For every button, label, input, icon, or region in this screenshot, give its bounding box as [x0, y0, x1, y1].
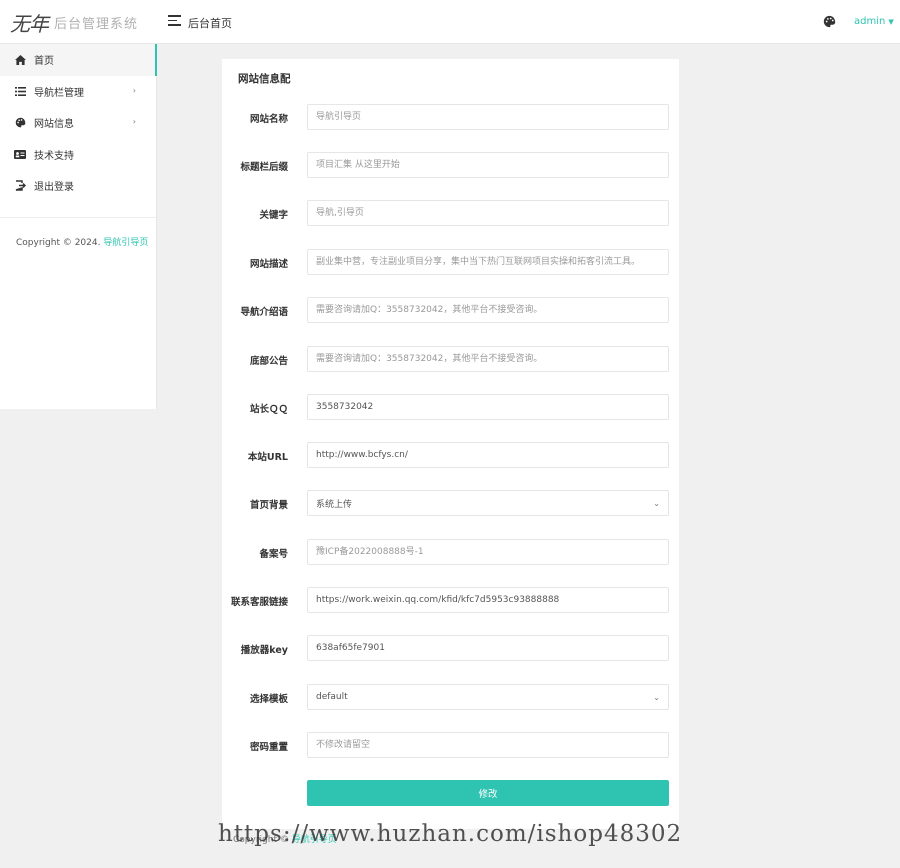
form-row-description: 网站描述	[222, 249, 679, 275]
user-name: admin	[854, 16, 886, 27]
chevron-right-icon: ›	[132, 117, 136, 126]
form-row-template: 选择模板 default ⌄	[222, 684, 679, 710]
id-card-icon	[14, 148, 26, 160]
sidebar-item-label: 首页	[34, 56, 54, 68]
submit-button[interactable]: 修改	[307, 780, 669, 806]
sidebar-item-home[interactable]: 首页	[0, 44, 157, 76]
chevron-down-icon: ⌄	[653, 693, 660, 702]
service-link-input[interactable]	[307, 587, 669, 613]
user-menu[interactable]: admin ▼	[854, 16, 894, 27]
card-title: 网站信息配	[238, 73, 291, 85]
field-label: 播放器key	[240, 645, 288, 656]
field-label: 密码重置	[249, 742, 288, 753]
logout-icon	[14, 180, 26, 192]
chevron-right-icon: ›	[132, 85, 136, 95]
sidebar-item-label: 退出登录	[34, 182, 74, 194]
site-url-input[interactable]	[307, 442, 669, 468]
sidebar-item-site-info[interactable]: 网站信息 ›	[0, 107, 156, 139]
field-label: 网站描述	[249, 259, 288, 270]
menu-icon[interactable]	[168, 15, 181, 26]
form-row-service-link: 联系客服链接	[222, 587, 679, 613]
sidebar-item-nav-manage[interactable]: 导航栏管理 ›	[0, 76, 156, 108]
title-suffix-input[interactable]	[307, 152, 669, 178]
field-label: 导航介绍语	[240, 307, 288, 318]
form-row-nav-intro: 导航介绍语	[222, 297, 679, 323]
field-label: 选择模板	[249, 694, 288, 705]
form-row-site-url: 本站URL	[222, 442, 679, 468]
site-name-input[interactable]	[307, 104, 669, 130]
icp-input[interactable]	[307, 539, 669, 565]
sidebar-item-support[interactable]: 技术支持	[0, 139, 156, 171]
form-row-keywords: 关键字	[222, 200, 679, 226]
copyright: Copyright © 2024. 导航引导页	[16, 235, 148, 248]
field-label: 备案号	[259, 549, 288, 560]
watermark: https://www.huzhan.com/ishop48302	[218, 821, 683, 847]
sidebar-item-label: 技术支持	[34, 150, 74, 162]
palette-icon[interactable]	[823, 15, 836, 28]
form-row-player-key: 播放器key	[222, 635, 679, 661]
footer-notice-input[interactable]	[307, 346, 669, 372]
form-row-admin-qq: 站长ＱＱ	[222, 394, 679, 420]
field-label: 网站名称	[249, 114, 288, 125]
form-row-footer-notice: 底部公告	[222, 346, 679, 372]
home-bg-select[interactable]: 系统上传 ⌄	[307, 490, 669, 516]
field-label: 站长ＱＱ	[249, 404, 288, 415]
field-label: 首页背景	[249, 500, 288, 511]
form-row-site-name: 网站名称	[222, 104, 679, 130]
field-label: 标题栏后缀	[240, 162, 288, 173]
logo-mark: 无年	[10, 11, 49, 36]
player-key-input[interactable]	[307, 635, 669, 661]
sidebar-item-label: 导航栏管理	[34, 87, 84, 99]
page-title: 后台首页	[188, 17, 232, 30]
chevron-down-icon: ⌄	[653, 499, 660, 508]
form-row-password: 密码重置	[222, 732, 679, 758]
admin-qq-input[interactable]	[307, 394, 669, 420]
sidebar-item-logout[interactable]: 退出登录	[0, 170, 156, 202]
select-value: 系统上传	[316, 499, 353, 510]
field-label: 底部公告	[249, 356, 288, 367]
description-input[interactable]	[307, 249, 669, 275]
sidebar: 首页 导航栏管理 › 网站信息 › 技术支持 退出登录 Copyright © …	[0, 44, 157, 409]
logo-text: 后台管理系统	[54, 16, 139, 32]
field-label: 本站URL	[247, 452, 288, 463]
template-select[interactable]: default ⌄	[307, 684, 669, 710]
home-icon	[14, 54, 26, 66]
form-row-icp: 备案号	[222, 539, 679, 565]
select-value: default	[316, 692, 348, 702]
form-row-title-suffix: 标题栏后缀	[222, 152, 679, 178]
nav-intro-input[interactable]	[307, 297, 669, 323]
copyright-text: Copyright © 2024.	[16, 238, 101, 248]
keywords-input[interactable]	[307, 200, 669, 226]
top-header: 无年 后台管理系统 后台首页 admin ▼	[0, 0, 900, 44]
site-info-card: 网站信息配 网站名称 标题栏后缀 关键字 网站描述 导航介绍语 底部公告 站长Ｑ…	[222, 59, 679, 829]
field-label: 联系客服链接	[230, 597, 288, 608]
list-icon	[14, 85, 26, 97]
palette-icon	[14, 117, 26, 129]
caret-down-icon: ▼	[888, 18, 894, 26]
sidebar-item-label: 网站信息	[34, 119, 74, 131]
password-input[interactable]	[307, 732, 669, 758]
field-label: 关键字	[259, 210, 288, 221]
form-row-home-bg: 首页背景 系统上传 ⌄	[222, 490, 679, 516]
divider	[0, 217, 156, 218]
copyright-link[interactable]: 导航引导页	[103, 238, 148, 248]
logo: 无年 后台管理系统	[0, 0, 157, 44]
